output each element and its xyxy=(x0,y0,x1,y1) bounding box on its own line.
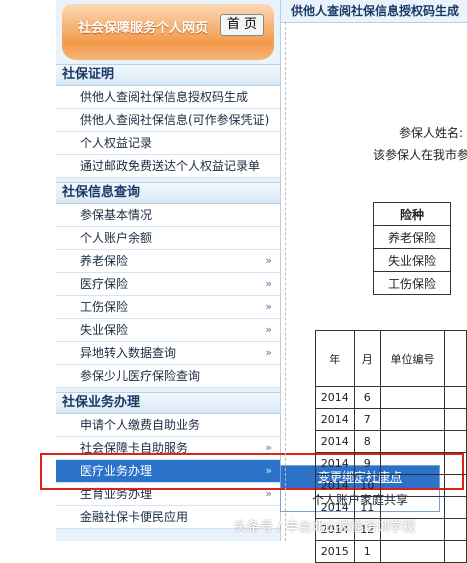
cell-extra xyxy=(444,408,467,431)
menu-item-label: 供他人查阅社保信息授权码生成 xyxy=(80,90,249,104)
header-unit: 单位编号 xyxy=(379,330,446,387)
cell-extra xyxy=(444,452,467,475)
cell-month: 6 xyxy=(353,386,381,409)
table-row: 2014 7 xyxy=(315,408,467,431)
menu-item[interactable]: 异地转入数据查询 » xyxy=(56,342,280,365)
menu-section-title: 社保证明 xyxy=(56,64,280,86)
menu-item-label: 养老保险 xyxy=(80,254,129,268)
menu-item-label: 参保基本情况 xyxy=(80,208,153,222)
cell-extra xyxy=(444,540,467,563)
cell-unit xyxy=(379,474,446,497)
watermark: 头条号 / 丰台北山技能培训学校 xyxy=(234,520,416,535)
cell-year: 2014 xyxy=(315,386,355,409)
menu-section-title: 社保信息查询 xyxy=(56,182,280,204)
insurance-table: 险种 养老保险 失业保险 工伤保险 xyxy=(372,202,452,295)
cell-extra xyxy=(444,496,467,519)
menu-item[interactable]: 个人权益记录 xyxy=(56,132,280,155)
chevron-right-icon: » xyxy=(265,300,272,313)
menu-item[interactable]: 工伤保险 » xyxy=(56,296,280,319)
table-row: 2014 6 xyxy=(315,386,467,409)
menu-section: 社保信息查询 参保基本情况 个人账户余额 养老保险» 医疗保险» 工伤保险» 失业保险» 异地… xyxy=(56,182,280,388)
chevron-right-icon: » xyxy=(265,277,272,290)
cell-extra xyxy=(444,430,467,453)
menu-item-label: 个人权益记录 xyxy=(80,136,153,150)
cell-year: 2014 xyxy=(315,474,355,497)
menu-item[interactable]: 通过邮政免费送达个人权益记录单 xyxy=(56,155,280,178)
menu-item[interactable]: 养老保险 » xyxy=(56,250,280,273)
insurance-row: 失业保险 xyxy=(372,248,452,272)
menu-item-label: 异地转入数据查询 xyxy=(80,346,177,360)
site-title: 社会保障服务个人网页 xyxy=(78,21,209,36)
insurance-row: 养老保险 xyxy=(372,225,452,249)
menu-item[interactable]: 参保少儿医疗保险查询 xyxy=(56,365,280,388)
cell-extra xyxy=(444,474,467,497)
menu-item-label: 参保少儿医疗保险查询 xyxy=(80,369,201,383)
menu-item-label: 申请个人缴费自助业务 xyxy=(80,418,201,432)
menu-item-label: 个人账户余额 xyxy=(80,231,153,245)
menu-item-label: 医疗保险 xyxy=(80,277,129,291)
chevron-right-icon: » xyxy=(265,323,272,336)
menu-item[interactable]: 医疗保险 » xyxy=(56,273,280,296)
menu-item-label: 通过邮政免费送达个人权益记录单 xyxy=(80,159,261,173)
cell-year: 2014 xyxy=(315,408,355,431)
menu-item[interactable]: 失业保险 » xyxy=(56,319,280,342)
menu-item[interactable]: 供他人查阅社保信息(可作参保凭证) xyxy=(56,109,280,132)
header-extra xyxy=(444,330,467,387)
site-banner: 社会保障服务个人网页 首 页 xyxy=(62,4,274,60)
cell-month: 10 xyxy=(353,474,381,497)
cell-unit xyxy=(379,452,446,475)
home-button[interactable]: 首 页 xyxy=(220,14,264,36)
cell-year: 2014 xyxy=(315,452,355,475)
main-content: 供他人查阅社保信息授权码生成 参保人姓名: 该参保人在我市参 险种 养老保险 失… xyxy=(281,0,467,563)
insurance-row: 工伤保险 xyxy=(372,271,452,295)
cell-month: 9 xyxy=(353,452,381,475)
menu-item[interactable]: 参保基本情况 xyxy=(56,204,280,227)
table-row: 2014 10 xyxy=(315,474,467,497)
cell-month: 8 xyxy=(353,430,381,453)
cell-extra xyxy=(444,518,467,541)
cell-unit xyxy=(379,408,446,431)
chevron-right-icon: » xyxy=(265,346,272,359)
cell-unit xyxy=(379,430,446,453)
menu-section-title: 社保业务办理 xyxy=(56,392,280,414)
city-text: 该参保人在我市参 xyxy=(373,148,467,162)
insurance-header: 险种 xyxy=(372,202,452,226)
menu-item-label: 金融社保卡便民应用 xyxy=(80,510,189,524)
table-row: 2014 8 xyxy=(315,430,467,453)
menu-item[interactable]: 个人账户余额 xyxy=(56,227,280,250)
menu-section: 社保证明供他人查阅社保信息授权码生成供他人查阅社保信息(可作参保凭证) 个人权益记… xyxy=(56,64,280,178)
menu-item[interactable]: 供他人查阅社保信息授权码生成 xyxy=(56,86,280,109)
cell-year: 2014 xyxy=(315,430,355,453)
chevron-right-icon: » xyxy=(265,254,272,267)
name-label: 参保人姓名: xyxy=(399,126,464,140)
cell-extra xyxy=(444,386,467,409)
cell-year: 2015 xyxy=(315,540,355,563)
cell-month: 7 xyxy=(353,408,381,431)
menu-item-label: 供他人查阅社保信息(可作参保凭证) xyxy=(80,113,270,127)
menu-item[interactable]: 申请个人缴费自助业务 xyxy=(56,414,280,437)
table-row: 2015 1 xyxy=(315,540,467,563)
table-row: 2014 9 xyxy=(315,452,467,475)
breadcrumb: 供他人查阅社保信息授权码生成 xyxy=(281,0,467,23)
header-year: 年 xyxy=(315,330,355,387)
divider xyxy=(285,22,286,541)
cell-unit xyxy=(379,540,446,563)
cell-unit xyxy=(379,386,446,409)
menu-item-label: 工伤保险 xyxy=(80,300,129,314)
header-month: 月 xyxy=(353,330,381,387)
menu-item-label: 失业保险 xyxy=(80,323,129,337)
cell-month: 1 xyxy=(353,540,381,563)
